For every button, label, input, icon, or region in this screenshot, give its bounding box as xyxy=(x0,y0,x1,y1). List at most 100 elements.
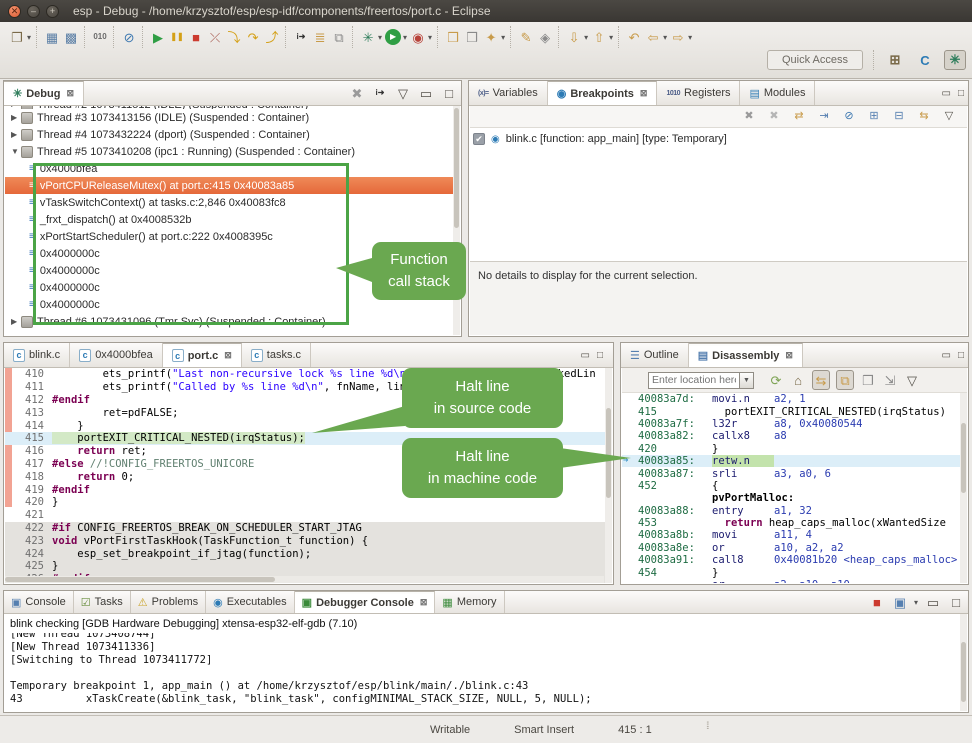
forward-icon[interactable]: ⇨ xyxy=(670,28,686,46)
thread-row[interactable]: ▶Thread #6 1073431096 (Tmr Svc) (Suspend… xyxy=(5,313,453,330)
sync-selection-icon[interactable]: ⇆ xyxy=(812,370,830,390)
thread-row[interactable]: ▶Thread #3 1073413156 (IDLE) (Suspended … xyxy=(5,109,453,126)
disassembly-row[interactable]: 453 return heap_caps_malloc(xWantedSize xyxy=(622,517,960,529)
tab-port-c[interactable]: cport.c⊠ xyxy=(163,343,242,367)
refresh-icon[interactable]: ⟳ xyxy=(768,371,784,389)
disassembly-listing[interactable]: 40083a7d:movi.na2, 1415 portEXIT_CRITICA… xyxy=(622,393,960,583)
cpp-perspective-icon[interactable]: C xyxy=(914,50,936,70)
disassembly-row[interactable]: 454} xyxy=(622,566,960,578)
remove-all-breakpoints-icon[interactable]: ✖ xyxy=(766,108,782,126)
annotations-icon[interactable]: ◈ xyxy=(537,28,553,46)
minimize-icon[interactable]: ▭ xyxy=(942,88,951,99)
maximize-icon[interactable]: □ xyxy=(958,350,964,361)
close-icon[interactable]: ⊠ xyxy=(420,597,428,608)
instruction-stepping-mode-icon[interactable]: i➜ xyxy=(372,84,388,102)
tab-executables[interactable]: ◉Executables xyxy=(206,591,295,613)
view-menu-icon[interactable]: ▽ xyxy=(395,84,411,102)
disassembly-row[interactable]: ora2, a10, a10 xyxy=(622,579,960,583)
last-edit-icon[interactable]: ↶ xyxy=(626,28,642,46)
display-selected-console-icon-dropdown[interactable]: ▾ xyxy=(914,598,918,607)
maximize-icon[interactable]: □ xyxy=(441,84,457,102)
disassembly-row[interactable]: 420} xyxy=(622,443,960,455)
display-selected-console-icon[interactable]: ▣ xyxy=(892,593,908,611)
code-line[interactable]: 423void vPortFirstTaskHook(TaskFunction_… xyxy=(5,534,612,547)
tab-modules[interactable]: ▤Modules xyxy=(740,81,815,105)
disassembly-row[interactable]: 40083a8e:ora10, a2, a2 xyxy=(622,542,960,554)
goto-file-icon[interactable]: ⇄ xyxy=(791,108,807,126)
window-maximize-button[interactable]: + xyxy=(46,5,59,18)
expander-icon[interactable]: ▼ xyxy=(11,147,21,156)
save-all-icon[interactable]: ▩ xyxy=(63,28,79,46)
disassembly-row[interactable]: ➜40083a85:retw.n xyxy=(622,455,960,467)
next-annotation-icon-dropdown[interactable]: ▾ xyxy=(584,33,588,42)
step-over-icon[interactable]: ↷ xyxy=(245,28,261,46)
location-dropdown-icon[interactable]: ▼ xyxy=(740,372,754,389)
skip-breakpoints-icon[interactable]: ⊘ xyxy=(121,28,137,46)
disassembly-row[interactable]: 40083a7d:movi.na2, 1 xyxy=(622,393,960,405)
terminate-icon[interactable]: ■ xyxy=(869,593,885,611)
disassembly-row[interactable]: 40083a8b:movia11, 4 xyxy=(622,529,960,541)
back-icon-dropdown[interactable]: ▾ xyxy=(663,33,667,42)
stack-frame-row[interactable]: ≡vPortCPUReleaseMutex() at port.c:415 0x… xyxy=(5,177,453,194)
debug-perspective-icon[interactable]: ✳ xyxy=(944,50,966,70)
tab-memory[interactable]: ▦Memory xyxy=(435,591,504,613)
home-icon[interactable]: ⌂ xyxy=(790,371,806,389)
minimize-icon[interactable]: ▭ xyxy=(942,350,951,361)
mark-occurrences-icon[interactable]: ✎ xyxy=(518,28,534,46)
disassembly-row[interactable]: 452{ xyxy=(622,480,960,492)
close-icon[interactable]: ⊠ xyxy=(224,350,232,361)
expand-all-icon[interactable]: ⊞ xyxy=(866,108,882,126)
minimize-icon[interactable]: ▭ xyxy=(925,593,941,611)
tab-problems[interactable]: ⚠Problems xyxy=(131,591,206,613)
maximize-icon[interactable]: □ xyxy=(597,350,603,361)
suspend-icon[interactable]: ❚❚ xyxy=(169,28,185,46)
minimize-icon[interactable]: ▭ xyxy=(418,84,434,102)
instruction-stepping-icon[interactable]: i➜ xyxy=(293,28,309,46)
breakpoint-item[interactable]: ✔ ◉ blink.c [function: app_main] [type: … xyxy=(473,133,727,145)
view-menu-icon[interactable]: ▽ xyxy=(904,371,920,389)
search-icon[interactable]: ✦ xyxy=(483,28,499,46)
debug-icon-dropdown[interactable]: ▾ xyxy=(378,33,382,42)
breakpoint-checkbox[interactable]: ✔ xyxy=(473,133,485,145)
tab-disassembly[interactable]: ▤Disassembly⊠ xyxy=(689,343,803,367)
binary-icon[interactable]: 010 xyxy=(92,28,108,46)
close-icon[interactable]: ⊠ xyxy=(640,88,648,99)
disconnect-icon[interactable]: ⤫ xyxy=(207,28,223,46)
step-filters-icon[interactable]: ⧉ xyxy=(331,28,347,46)
close-icon[interactable]: ⊠ xyxy=(785,350,793,361)
open-perspective-icon[interactable]: ⊞ xyxy=(884,50,906,70)
tab-debug[interactable]: ✳ Debug ⊠ xyxy=(4,81,84,105)
tab-registers[interactable]: 1010Registers xyxy=(657,81,740,105)
expander-icon[interactable]: ▶ xyxy=(11,106,21,108)
thread-row[interactable]: ▼Thread #5 1073410208 (ipc1 : Running) (… xyxy=(5,143,453,160)
disassembly-scrollbar[interactable] xyxy=(960,393,967,583)
stack-frame-row[interactable]: ≡0x4000bfea xyxy=(5,160,453,177)
terminate-icon[interactable]: ■ xyxy=(188,28,204,46)
disassembly-row[interactable]: 40083a87:srlia3, a0, 6 xyxy=(622,467,960,479)
pin-view-icon[interactable]: ⇲ xyxy=(882,371,898,389)
disassembly-row[interactable]: pvPortMalloc: xyxy=(622,492,960,504)
open-element-icon[interactable]: ❒ xyxy=(445,28,461,46)
disassembly-row[interactable]: 40083a88:entrya1, 32 xyxy=(622,505,960,517)
code-line[interactable]: 421 xyxy=(5,509,612,522)
code-line[interactable]: 422#if CONFIG_FREERTOS_BREAK_ON_SCHEDULE… xyxy=(5,522,612,535)
show-supported-breakpoints-icon[interactable]: ⇥ xyxy=(816,108,832,126)
editor-hscrollbar[interactable] xyxy=(5,576,604,583)
close-icon[interactable]: ⊠ xyxy=(66,88,74,99)
next-annotation-icon[interactable]: ⇩ xyxy=(566,28,582,46)
profile-icon-dropdown[interactable]: ▾ xyxy=(428,33,432,42)
maximize-icon[interactable]: □ xyxy=(948,593,964,611)
stack-frame-row[interactable]: ≡vTaskSwitchContext() at tasks.c:2,846 0… xyxy=(5,194,453,211)
previous-annotation-icon-dropdown[interactable]: ▾ xyxy=(609,33,613,42)
quick-access-button[interactable]: Quick Access xyxy=(767,50,863,70)
tab-blink-c[interactable]: cblink.c xyxy=(4,343,70,367)
tab-tasks-c[interactable]: ctasks.c xyxy=(242,343,311,367)
console-scrollbar[interactable] xyxy=(960,614,967,711)
run-icon[interactable]: ▶ xyxy=(385,29,401,45)
window-minimize-button[interactable]: – xyxy=(27,5,40,18)
link-with-debug-icon[interactable]: ⇆ xyxy=(916,108,932,126)
maximize-icon[interactable]: □ xyxy=(958,88,964,99)
expander-icon[interactable]: ▶ xyxy=(11,113,21,122)
code-line[interactable]: 424 esp_set_breakpoint_if_jtag(function)… xyxy=(5,547,612,560)
debug-scrollbar[interactable] xyxy=(453,106,460,335)
